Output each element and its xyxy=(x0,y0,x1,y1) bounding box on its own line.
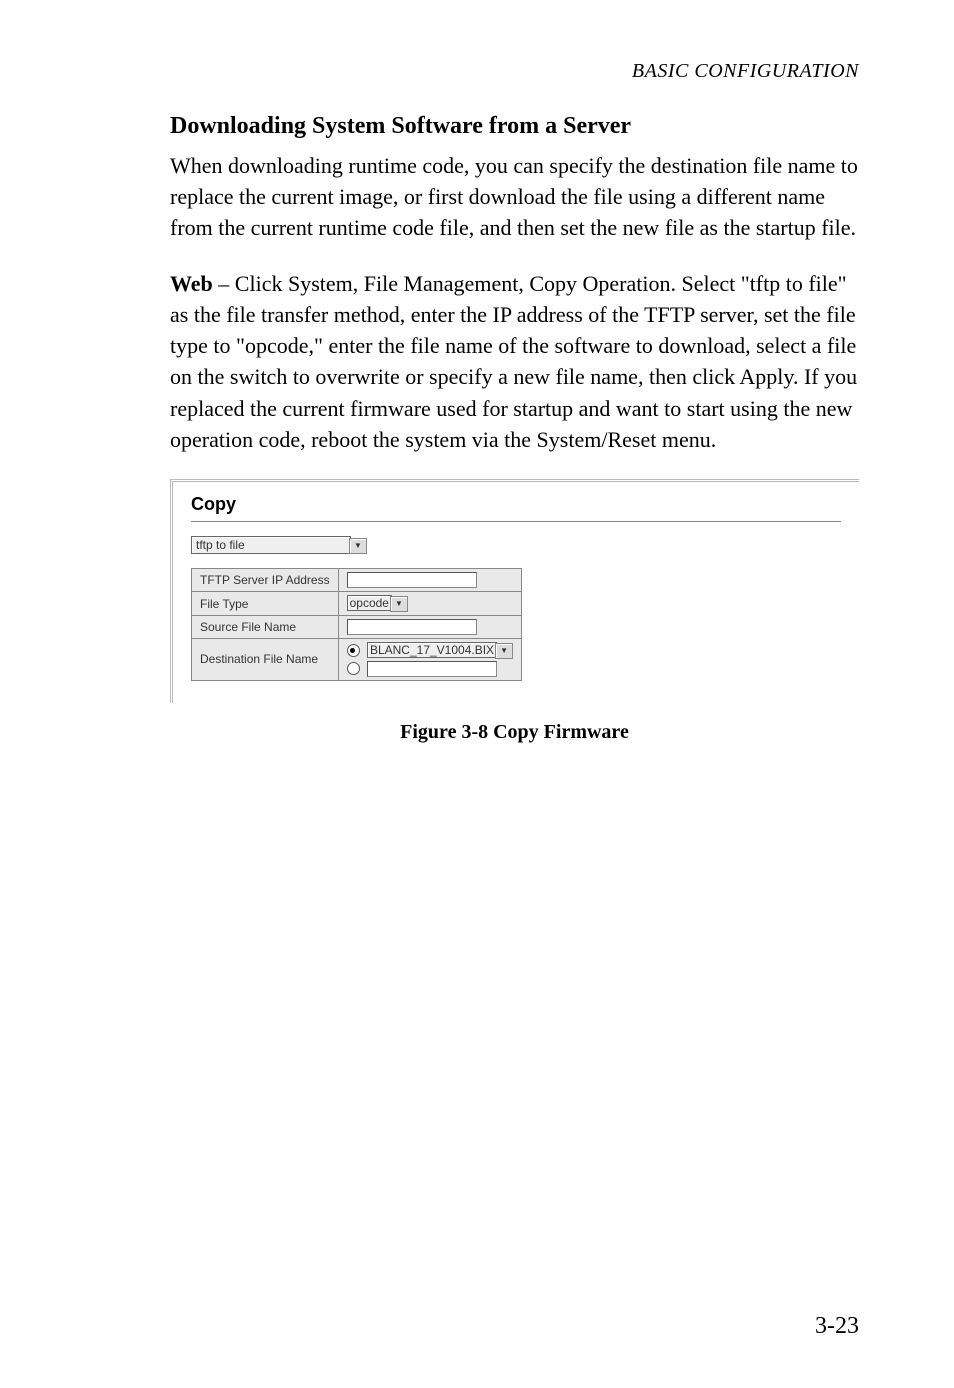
dest-file-select-value: BLANC_17_V1004.BIX xyxy=(370,643,494,657)
row-tftp-server: TFTP Server IP Address xyxy=(192,569,522,592)
transfer-method-value: tftp to file xyxy=(194,537,348,553)
cell-file-type-value: opcode ▼ xyxy=(338,592,521,616)
copy-panel: Copy tftp to file ▼ TFTP Server IP Addre… xyxy=(170,479,859,703)
panel-divider xyxy=(191,521,841,522)
cell-tftp-server-value xyxy=(338,569,521,592)
copy-panel-title: Copy xyxy=(191,494,841,515)
chevron-down-icon[interactable]: ▼ xyxy=(495,643,513,659)
label-tftp-server: TFTP Server IP Address xyxy=(192,569,339,592)
paragraph-1: When downloading runtime code, you can s… xyxy=(170,150,859,244)
source-file-input[interactable] xyxy=(347,619,477,635)
transfer-method-select[interactable]: tftp to file xyxy=(191,536,351,554)
row-file-type: File Type opcode ▼ xyxy=(192,592,522,616)
cell-source-file-value xyxy=(338,615,521,638)
running-head: BASIC CONFIGURATION xyxy=(170,60,859,83)
cell-dest-file-value: BLANC_17_V1004.BIX ▼ xyxy=(338,638,521,680)
label-dest-file: Destination File Name xyxy=(192,638,339,680)
dest-file-select[interactable]: BLANC_17_V1004.BIX xyxy=(367,642,497,658)
file-type-value: opcode xyxy=(350,596,389,610)
paragraph-2: Web – Click System, File Management, Cop… xyxy=(170,268,859,455)
row-dest-file: Destination File Name BLANC_17_V1004.BIX… xyxy=(192,638,522,680)
page-number: 3-23 xyxy=(815,1313,859,1340)
dest-radio-new[interactable] xyxy=(347,662,360,675)
tftp-server-input[interactable] xyxy=(347,572,477,588)
label-file-type: File Type xyxy=(192,592,339,616)
running-head-text: BASIC CONFIGURATION xyxy=(632,60,859,82)
row-source-file: Source File Name xyxy=(192,615,522,638)
copy-form-table: TFTP Server IP Address File Type opcode … xyxy=(191,568,522,681)
section-heading: Downloading System Software from a Serve… xyxy=(170,113,859,140)
dest-file-new-input[interactable] xyxy=(367,661,497,677)
para2-lead: Web xyxy=(170,271,213,296)
dest-radio-existing[interactable] xyxy=(347,644,360,657)
para2-rest: – Click System, File Management, Copy Op… xyxy=(170,271,857,452)
chevron-down-icon[interactable]: ▼ xyxy=(349,538,367,554)
file-type-select[interactable]: opcode xyxy=(347,595,392,611)
label-source-file: Source File Name xyxy=(192,615,339,638)
figure-caption: Figure 3-8 Copy Firmware xyxy=(170,721,859,744)
chevron-down-icon[interactable]: ▼ xyxy=(390,596,408,612)
